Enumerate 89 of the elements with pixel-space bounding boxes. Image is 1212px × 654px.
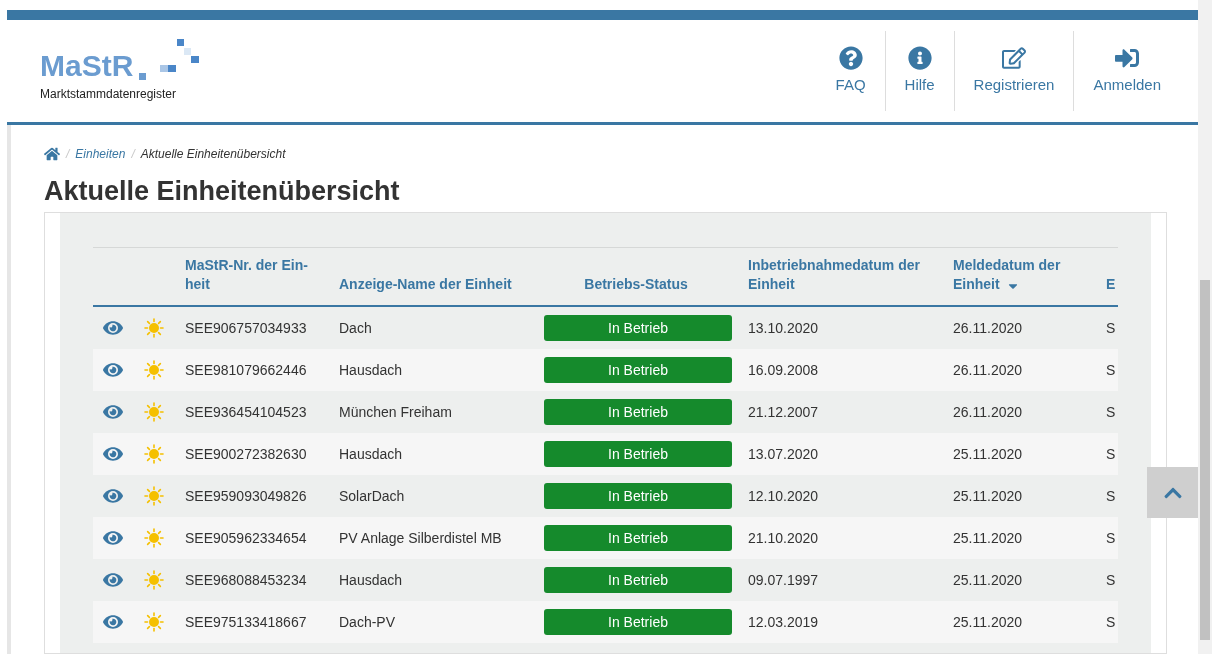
column-header[interactable]: E	[1096, 275, 1118, 294]
question-icon	[838, 45, 863, 70]
table-cell-text: 25.11.2020	[952, 444, 1024, 464]
table-cell-text: S	[1105, 318, 1117, 338]
breadcrumb-separator: /	[131, 146, 135, 163]
table-cell-text: SolarDach	[338, 486, 406, 506]
table-cell-text: SEE900272382630	[184, 444, 308, 464]
breadcrumb-link[interactable]: Einheiten	[75, 145, 126, 163]
table-cell-text: Hausdach	[338, 570, 404, 590]
view-icon[interactable]	[103, 318, 123, 338]
table-cell-text: Hausdach	[338, 444, 404, 464]
column-header[interactable]: Meldedatum der Einheit	[943, 256, 1096, 294]
table-cell-text: Dach	[338, 318, 373, 338]
table-cell-text: 09.07.1997	[747, 570, 820, 590]
table-cell-text: 26.11.2020	[952, 318, 1024, 338]
page-title: Aktuelle Einheitenübersicht	[44, 175, 401, 207]
info-icon	[907, 45, 932, 70]
home-icon[interactable]	[44, 146, 60, 162]
table-cell-text: Hausdach	[338, 360, 404, 380]
sun-icon	[143, 401, 165, 423]
scroll-top-button[interactable]	[1147, 467, 1198, 518]
table-cell-text: S	[1105, 486, 1117, 506]
status-badge: In Betrieb	[544, 525, 732, 551]
column-header[interactable]: Inbetriebnahmedatum der Einheit	[738, 256, 943, 294]
nav-link[interactable]: FAQ	[816, 31, 885, 111]
status-badge: In Betrieb	[544, 315, 732, 341]
edit-icon	[1002, 45, 1026, 70]
table-cell-text: SEE968088453234	[184, 570, 308, 590]
column-header[interactable]: Betriebs-Status	[534, 275, 738, 294]
breadcrumb-current: Aktuelle Einheitenübersicht	[140, 146, 286, 163]
sun-icon	[143, 569, 165, 591]
table-cell-text: 25.11.2020	[952, 528, 1024, 548]
status-badge: In Betrieb	[544, 483, 732, 509]
table-cell-text: SEE981079662446	[184, 360, 308, 380]
table-cell-text: 21.12.2007	[747, 402, 820, 422]
view-icon[interactable]	[103, 612, 123, 632]
logo-wordmark: MaStR	[40, 51, 134, 81]
table-cell-text: SEE905962334654	[184, 528, 308, 548]
sun-icon	[143, 611, 165, 633]
table-cell-text: 26.11.2020	[952, 402, 1024, 422]
table-cell-text: SEE959093049826	[184, 486, 308, 506]
status-badge: In Betrieb	[544, 609, 732, 635]
table-cell-text: S	[1105, 360, 1117, 380]
table-cell-text: S	[1105, 444, 1117, 464]
table-cell-text: 25.11.2020	[952, 486, 1024, 506]
sun-icon	[143, 485, 165, 507]
table-cell-text: S	[1105, 402, 1117, 422]
table-cell-text: 16.09.2008	[747, 360, 820, 380]
view-icon[interactable]	[103, 528, 123, 548]
breadcrumb-separator: /	[66, 146, 70, 163]
view-icon[interactable]	[103, 486, 123, 506]
table-cell-text: SEE906757034933	[184, 318, 308, 338]
sun-icon	[143, 359, 165, 381]
logo-squares-icon	[139, 39, 202, 81]
table-cell-text: SEE975133418667	[184, 612, 308, 632]
status-badge: In Betrieb	[544, 567, 732, 593]
status-badge: In Betrieb	[544, 441, 732, 467]
table-cell-text: 12.03.2019	[747, 612, 820, 632]
column-header[interactable]: MaStR-Nr. der Ein- heit	[175, 256, 329, 294]
view-icon[interactable]	[103, 444, 123, 464]
sun-icon	[143, 527, 165, 549]
table-cell-text: Dach-PV	[338, 612, 397, 632]
table-cell-text: S	[1105, 612, 1117, 632]
table-cell-text: SEE936454104523	[184, 402, 308, 422]
nav-link[interactable]: Anmelden	[1073, 31, 1180, 111]
table-cell-text: 12.10.2020	[747, 486, 820, 506]
table-cell-text: 25.11.2020	[952, 612, 1024, 632]
table-cell-text: S	[1105, 528, 1117, 548]
nav-link[interactable]: Hilfe	[884, 31, 954, 111]
table-cell-text: 26.11.2020	[952, 360, 1024, 380]
column-header[interactable]: Anzeige-Name der Einheit	[329, 275, 534, 294]
sun-icon	[143, 443, 165, 465]
status-badge: In Betrieb	[544, 357, 732, 383]
table-cell-text: 21.10.2020	[747, 528, 820, 548]
status-badge: In Betrieb	[544, 399, 732, 425]
nav-link[interactable]: Registrieren	[953, 31, 1074, 111]
scrollbar[interactable]	[1198, 0, 1212, 654]
view-icon[interactable]	[103, 360, 123, 380]
table-cell-text: S	[1105, 570, 1117, 590]
scrollbar-thumb[interactable]	[1200, 280, 1210, 640]
table-cell-text: PV Anlage Silberdistel MB	[338, 528, 503, 548]
table-cell-text: München Freiham	[338, 402, 453, 422]
logo-subtitle: Marktstammdatenregister	[40, 86, 178, 103]
view-icon[interactable]	[103, 570, 123, 590]
table-cell-text: 25.11.2020	[952, 570, 1024, 590]
view-icon[interactable]	[103, 402, 123, 422]
table-cell-text: 13.07.2020	[747, 444, 820, 464]
table-cell-text: 13.10.2020	[747, 318, 820, 338]
sun-icon	[143, 317, 165, 339]
